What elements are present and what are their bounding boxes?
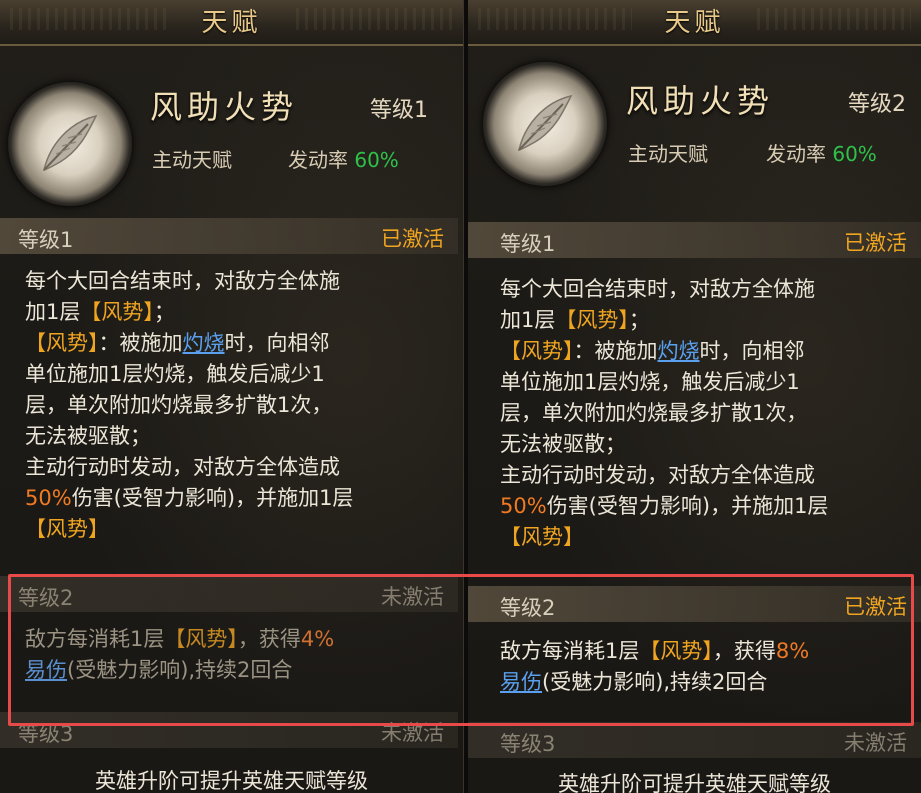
description-line: 单位施加1层灼烧，触发后减少1	[25, 359, 450, 390]
text-segment: 无法被驱散；	[25, 424, 151, 448]
percent-value: 50%	[500, 494, 547, 518]
text-segment: ：被施加	[573, 339, 658, 363]
status-badge: 已激活	[381, 227, 444, 251]
keyword-link[interactable]: 灼烧	[658, 339, 700, 363]
trigger-rate: 发动率 60%	[288, 144, 399, 173]
description-line: 层，单次附加灼烧最多扩散1次，	[500, 398, 915, 429]
text-segment: 单位施加1层灼烧，触发后减少1	[25, 362, 325, 386]
status-badge: 未激活	[844, 731, 907, 755]
trigger-rate-value: 60%	[354, 148, 399, 172]
skill-name: 风助火势	[150, 88, 299, 126]
text-segment: 每个大回合结束时，对敌方全体施	[25, 269, 340, 293]
level-label: 等级1	[18, 228, 74, 252]
title-bar: 天赋	[0, 0, 463, 46]
description-line: 【风势】	[25, 514, 450, 545]
text-segment: 主动行动时发动，对敌方全体造成	[500, 463, 815, 487]
footer-hint: 英雄升阶可提升英雄天赋等级	[558, 772, 831, 793]
level-3-header: 等级3 未激活	[468, 722, 921, 758]
level-1-description: 每个大回合结束时，对敌方全体施 加1层【风势】； 【风势】：被施加灼烧时，向相邻 单位…	[500, 274, 915, 553]
keyword-tag: 【风势】	[555, 308, 629, 332]
text-segment: 伤害(受智力影响)，并施加1层	[71, 486, 354, 510]
keyword-tag: 【风势】	[500, 525, 584, 549]
text-segment: 无法被驱散；	[500, 432, 626, 456]
text-segment: 主动行动时发动，对敌方全体造成	[25, 455, 340, 479]
description-line: 主动行动时发动，对敌方全体造成	[25, 452, 450, 483]
description-line: 【风势】	[500, 522, 915, 553]
title-bar: 天赋	[468, 0, 921, 46]
skill-type: 主动天赋	[152, 148, 232, 172]
trigger-rate-label: 发动率	[288, 148, 348, 172]
text-segment: 每个大回合结束时，对敌方全体施	[500, 277, 815, 301]
description-line: 【风势】：被施加灼烧时，向相邻	[500, 336, 915, 367]
text-segment: ；	[153, 300, 175, 324]
description-line: 加1层【风势】；	[500, 305, 915, 336]
text-segment: 时，向相邻	[699, 339, 805, 363]
footer-hint: 英雄升阶可提升英雄天赋等级	[95, 769, 368, 793]
description-line: 无法被驱散；	[500, 429, 915, 460]
text-segment: 加1层	[500, 308, 556, 332]
description-line: 【风势】：被施加灼烧时，向相邻	[25, 328, 450, 359]
status-badge: 已激活	[844, 231, 907, 255]
feather-icon	[483, 62, 607, 186]
percent-value: 50%	[25, 486, 72, 510]
description-line: 加1层【风势】；	[25, 297, 450, 328]
level-1-description: 每个大回合结束时，对敌方全体施 加1层【风势】； 【风势】：被施加灼烧时，向相邻 单位…	[25, 266, 450, 545]
description-line: 50%伤害(受智力影响)，并施加1层	[25, 483, 450, 514]
text-segment: ；	[628, 308, 650, 332]
text-segment: 层，单次附加灼烧最多扩散1次，	[500, 401, 808, 425]
trigger-rate-value: 60%	[832, 142, 877, 166]
level-label: 等级1	[500, 232, 556, 256]
text-segment: ：被施加	[98, 331, 183, 355]
level-1-header: 等级1 已激活	[468, 222, 921, 258]
trigger-rate-label: 发动率	[766, 142, 826, 166]
description-line: 每个大回合结束时，对敌方全体施	[25, 266, 450, 297]
skill-level: 等级1	[370, 98, 428, 123]
level-1-header: 等级1 已激活	[0, 218, 458, 254]
description-line: 单位施加1层灼烧，触发后减少1	[500, 367, 915, 398]
skill-level: 等级2	[848, 92, 906, 117]
description-line: 每个大回合结束时，对敌方全体施	[500, 274, 915, 305]
trigger-rate: 发动率 60%	[766, 138, 877, 167]
description-line: 50%伤害(受智力影响)，并施加1层	[500, 491, 915, 522]
keyword-tag: 【风势】	[500, 339, 574, 363]
panel-title: 天赋	[201, 8, 262, 38]
text-segment: 单位施加1层灼烧，触发后减少1	[500, 370, 800, 394]
comparison-highlight-box	[8, 574, 914, 726]
keyword-tag: 【风势】	[80, 300, 154, 324]
description-line: 无法被驱散；	[25, 421, 450, 452]
skill-type: 主动天赋	[628, 142, 708, 166]
text-segment: 层，单次附加灼烧最多扩散1次，	[25, 393, 333, 417]
text-segment: 时，向相邻	[224, 331, 330, 355]
text-segment: 加1层	[25, 300, 81, 324]
keyword-tag: 【风势】	[25, 331, 99, 355]
panel-title: 天赋	[664, 8, 725, 38]
description-line: 主动行动时发动，对敌方全体造成	[500, 460, 915, 491]
feather-icon	[8, 82, 132, 206]
text-segment: 伤害(受智力影响)，并施加1层	[546, 494, 829, 518]
level-label: 等级3	[500, 732, 556, 756]
keyword-tag: 【风势】	[25, 517, 109, 541]
description-line: 层，单次附加灼烧最多扩散1次，	[25, 390, 450, 421]
skill-name: 风助火势	[626, 82, 775, 120]
keyword-link[interactable]: 灼烧	[183, 331, 225, 355]
